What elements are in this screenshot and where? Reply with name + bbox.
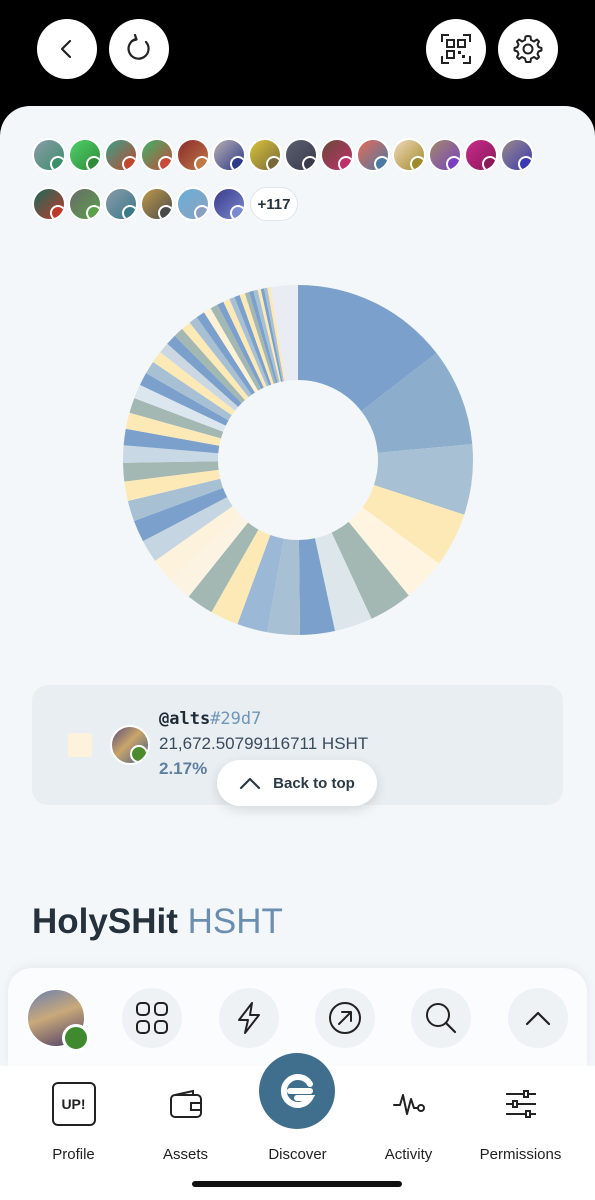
avatar — [110, 725, 150, 765]
holder-username: @alts#29d7 — [159, 709, 261, 729]
search-icon — [426, 1003, 457, 1034]
token-name: HolySHit — [32, 902, 178, 941]
profile-badge — [122, 156, 136, 170]
holder-avatar[interactable] — [104, 138, 138, 172]
profile-badge — [230, 205, 244, 219]
back-to-top-button[interactable]: Back to top — [217, 760, 377, 806]
holder-avatar[interactable] — [176, 138, 210, 172]
top-bar — [0, 0, 595, 110]
holder-avatar[interactable] — [356, 138, 390, 172]
discover-button[interactable] — [259, 1053, 335, 1129]
refresh-icon — [127, 34, 150, 60]
profile-badge — [302, 156, 316, 170]
profile-badge — [518, 156, 532, 170]
avatar[interactable] — [26, 988, 90, 1052]
token-title: HolySHit HSHT — [32, 902, 283, 942]
chevron-up-icon — [240, 777, 261, 790]
profile-badge — [158, 205, 172, 219]
up-badge-icon: UP! — [51, 1082, 96, 1126]
holder-avatar[interactable] — [320, 138, 354, 172]
lightning-icon — [238, 1002, 260, 1034]
holder-avatar[interactable] — [68, 187, 102, 221]
holder-avatar[interactable] — [500, 138, 534, 172]
holder-color-swatch — [68, 733, 92, 757]
holder-percent: 2.17% — [159, 759, 208, 778]
holder-avatar[interactable] — [176, 187, 210, 221]
up-badge-text: UP! — [51, 1082, 96, 1126]
profile-badge — [446, 156, 460, 170]
discover-logo-icon — [280, 1074, 316, 1108]
tab-profile[interactable]: UP! Profile — [14, 1066, 133, 1176]
tab-permissions[interactable]: Permissions — [461, 1066, 580, 1176]
token-symbol: HSHT — [187, 902, 283, 941]
tab-profile-label: Profile — [52, 1146, 95, 1163]
holders-donut-chart[interactable] — [120, 282, 476, 638]
profile-badge — [62, 1024, 90, 1052]
home-indicator — [192, 1181, 402, 1187]
refresh-button[interactable] — [109, 19, 169, 79]
profile-badge — [86, 156, 100, 170]
profile-badge — [374, 156, 388, 170]
quick-actions-button[interactable] — [219, 988, 279, 1048]
gear-icon — [513, 35, 543, 63]
arrow-up-right-icon — [329, 1002, 361, 1034]
profile-badge — [482, 156, 496, 170]
holder-avatar[interactable] — [212, 138, 246, 172]
qr-scan-button[interactable] — [426, 19, 486, 79]
tab-assets[interactable]: Assets — [126, 1066, 245, 1176]
profile-badge — [122, 205, 136, 219]
holder-avatar[interactable] — [68, 138, 102, 172]
grid-icon — [136, 1002, 168, 1034]
search-button[interactable] — [411, 988, 471, 1048]
settings-button[interactable] — [498, 19, 558, 79]
tab-discover-label: Discover — [268, 1146, 327, 1163]
holder-avatar[interactable] — [284, 138, 318, 172]
holder-avatar[interactable] — [140, 138, 174, 172]
profile-badge — [266, 156, 280, 170]
profile-badge — [130, 745, 148, 763]
sliders-icon — [504, 1082, 538, 1126]
tab-permissions-label: Permissions — [479, 1146, 562, 1163]
apps-button[interactable] — [122, 988, 182, 1048]
holder-avatar[interactable] — [140, 187, 174, 221]
profile-badge — [50, 156, 64, 170]
activity-icon — [392, 1082, 426, 1126]
profile-badge — [194, 205, 208, 219]
profile-badge — [194, 156, 208, 170]
more-holders-badge[interactable]: +117 — [250, 187, 298, 221]
holder-avatar[interactable] — [428, 138, 462, 172]
open-link-button[interactable] — [315, 988, 375, 1048]
holder-hash: #29d7 — [210, 709, 262, 729]
back-button[interactable] — [37, 19, 97, 79]
holder-avatar[interactable] — [212, 187, 246, 221]
tab-activity[interactable]: Activity — [349, 1066, 468, 1176]
profile-badge — [230, 156, 244, 170]
token-card: +117 @alts#29d7 21,672.50799116711 HSHT … — [0, 106, 595, 1066]
chevron-up-icon — [525, 1011, 551, 1026]
expand-dock-button[interactable] — [508, 988, 568, 1048]
profile-badge — [50, 205, 64, 219]
holder-avatar[interactable] — [464, 138, 498, 172]
wallet-icon — [169, 1082, 203, 1126]
tab-assets-label: Assets — [162, 1146, 208, 1163]
holder-avatar[interactable] — [104, 187, 138, 221]
profile-badge — [86, 205, 100, 219]
holder-avatar[interactable] — [32, 138, 66, 172]
profile-badge — [158, 156, 172, 170]
holder-avatar[interactable] — [248, 138, 282, 172]
holder-avatar[interactable] — [392, 138, 426, 172]
tab-activity-label: Activity — [384, 1146, 433, 1163]
back-icon — [60, 39, 72, 59]
holder-username-text: @alts — [159, 709, 211, 729]
holder-amount: 21,672.50799116711 HSHT — [159, 734, 369, 753]
back-to-top-label: Back to top — [273, 774, 355, 792]
profile-badge — [338, 156, 352, 170]
qr-code-icon — [441, 34, 471, 64]
profile-badge — [410, 156, 424, 170]
holder-avatar[interactable] — [32, 187, 66, 221]
